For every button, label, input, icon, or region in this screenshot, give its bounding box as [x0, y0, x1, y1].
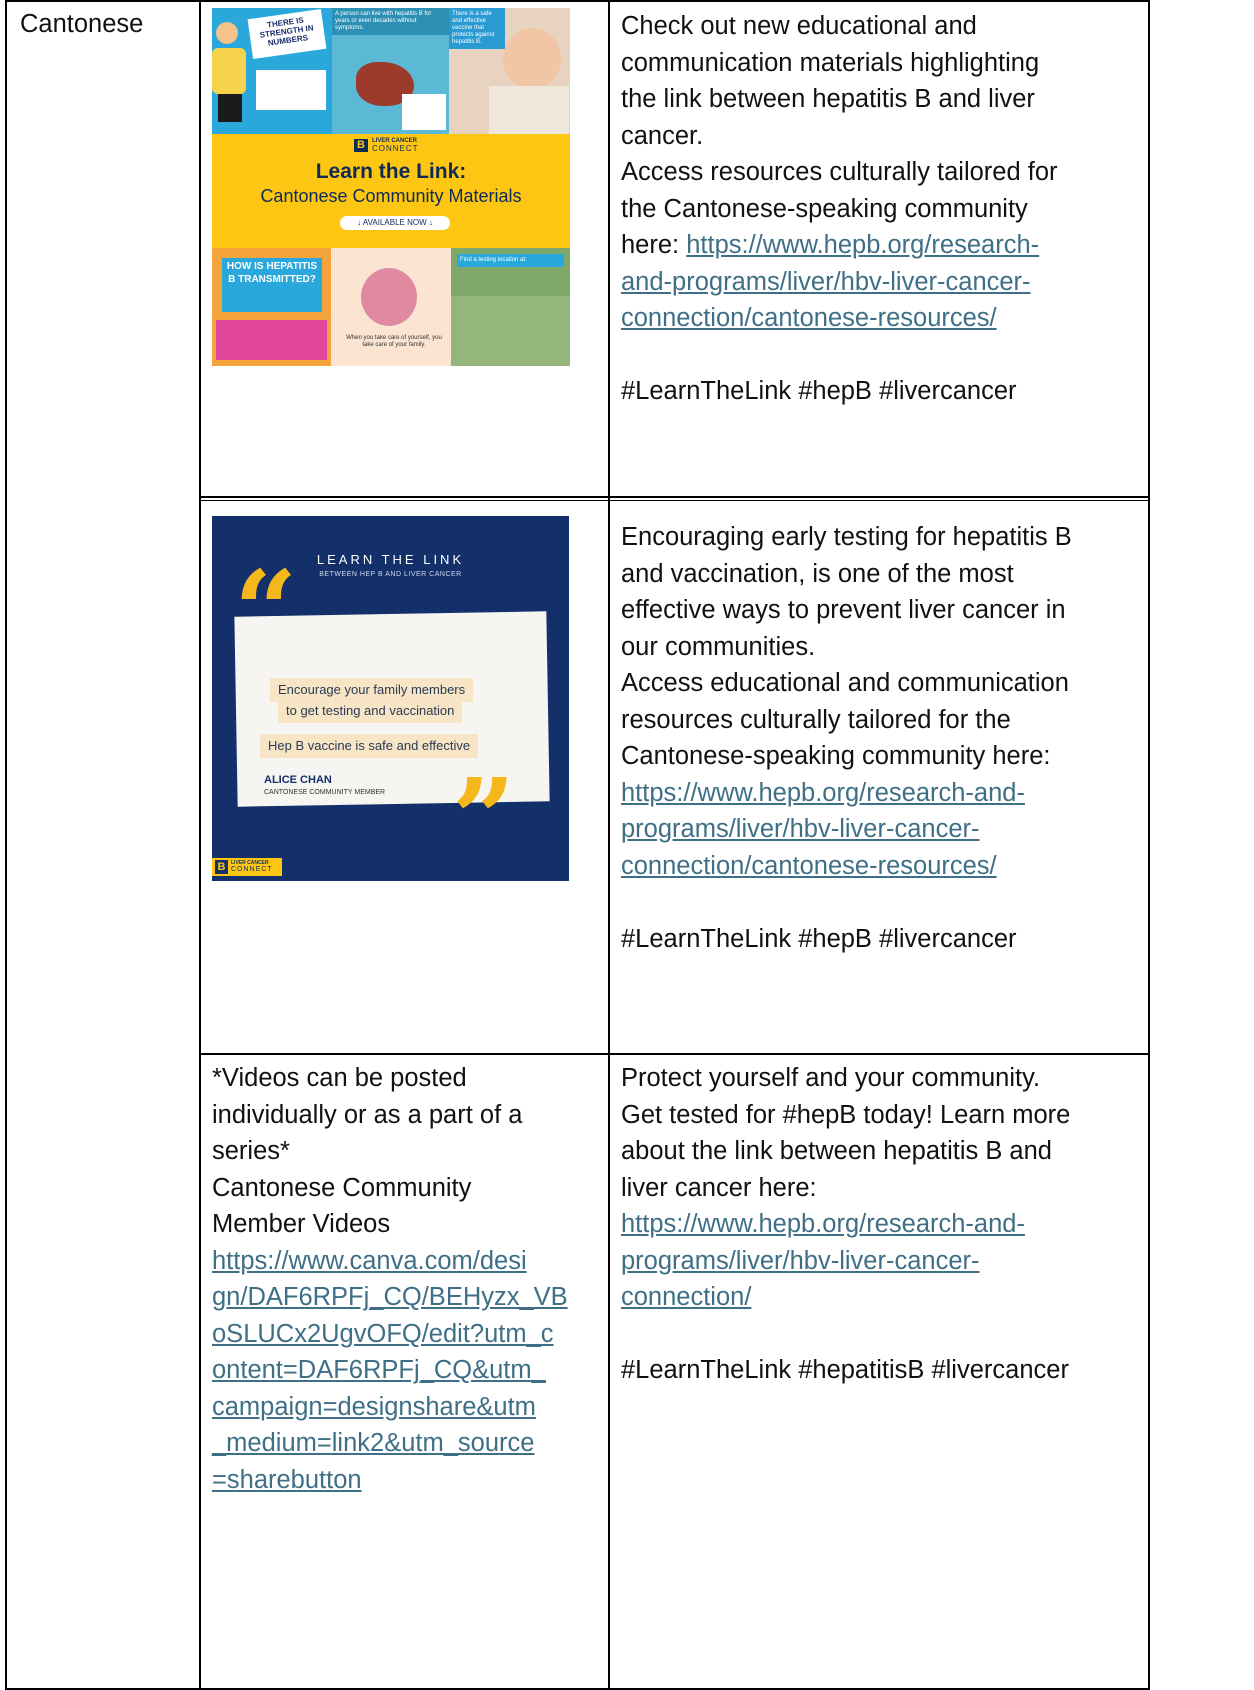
post-line: resources culturally tailored for the — [621, 705, 1011, 734]
baby-body — [489, 86, 569, 134]
resource-link[interactable]: https://www.hepb.org/research-and- — [621, 779, 1025, 807]
note-line: Member Videos — [212, 1210, 391, 1238]
children-photo — [451, 296, 570, 366]
post-line: Protect yourself and your community. — [621, 1064, 1041, 1092]
resource-link[interactable]: connection/ — [621, 1283, 751, 1311]
quote-card-image: LEARN THE LINK BETWEEN HEP B AND LIVER C… — [212, 516, 569, 881]
quote-line-3: Hep B vaccine is safe and effective — [260, 734, 479, 758]
post-line: effective ways to prevent liver cancer i… — [621, 596, 1066, 624]
post-line: about the link between hepatitis B and — [621, 1137, 1052, 1165]
post-line: and vaccination, is one of the most — [621, 559, 1014, 588]
hashtags: #LearnTheLink #hepB #livercancer — [621, 377, 1017, 405]
panel-note-2 — [402, 94, 446, 130]
note-line: series* — [212, 1137, 290, 1165]
video-link[interactable]: _medium=link2&utm_source — [212, 1429, 534, 1457]
poster-panel-testing: Find a testing location at: — [451, 248, 570, 366]
poster-panel-baby: There is a safe and effective vaccine th… — [449, 8, 570, 134]
poster-subtitle: Cantonese Community Materials — [260, 186, 522, 206]
close-quote-icon: ” — [452, 754, 516, 881]
video-link[interactable]: https://www.canva.com/desi — [212, 1247, 527, 1275]
poster-panel-transmitted: HOW IS HEPATITIS B TRANSMITTED? — [212, 248, 331, 366]
cantonese-materials-poster-image: THERE IS STRENGTH IN NUMBERS A person ca… — [212, 8, 570, 366]
resource-link[interactable]: and-programs/liver/hbv-liver-cancer- — [621, 268, 1031, 296]
poster-panel-strength: THERE IS STRENGTH IN NUMBERS — [212, 8, 332, 134]
resource-link[interactable]: programs/liver/hbv-liver-cancer- — [621, 1247, 980, 1275]
post-line: communication materials highlighting — [621, 48, 1040, 77]
resource-link[interactable]: https://www.hepb.org/research- — [686, 231, 1039, 259]
video-link[interactable]: ontent=DAF6RPFj_CQ&utm_ — [212, 1356, 546, 1384]
note-line: individually or as a part of a — [212, 1100, 523, 1129]
post-line: here: — [621, 231, 687, 259]
person-legs — [218, 94, 242, 122]
person-body — [212, 48, 246, 94]
resource-link[interactable]: connection/cantonese-resources/ — [621, 852, 997, 880]
post-line: the link between hepatitis B and liver — [621, 85, 1035, 113]
table-border-col2 — [608, 0, 610, 1690]
post-line: Get tested for #hepB today! Learn more — [621, 1100, 1071, 1129]
post-line: the Cantonese-speaking community — [621, 194, 1028, 223]
post-line: Check out new educational and — [621, 12, 977, 40]
panel-note-3 — [216, 320, 327, 360]
family-illustration — [361, 268, 417, 326]
video-link[interactable]: gn/DAF6RPFj_CQ/BEHyzx_VB — [212, 1283, 568, 1311]
hashtags: #LearnTheLink #hepatitisB #livercancer — [621, 1356, 1069, 1384]
poster-panel-liver: A person can live with hepatitis B for y… — [332, 8, 449, 134]
table-border-left — [5, 0, 7, 1690]
table-border-right — [1148, 0, 1150, 1690]
person-figure — [216, 22, 238, 44]
panel-note — [256, 70, 326, 110]
row-divider-1 — [199, 496, 1150, 498]
row-divider-2 — [199, 1053, 1150, 1055]
note-line: *Videos can be posted — [212, 1064, 467, 1092]
video-link[interactable]: campaign=designshare&utm — [212, 1393, 536, 1421]
baby-face — [503, 28, 561, 90]
quote-line-2: to get testing and vaccination — [278, 699, 463, 723]
poster-title: Learn the Link: — [315, 160, 467, 183]
quote-brand-logo: B LIVER CANCER CONNECT — [212, 858, 282, 876]
row2-post-text: Encouraging early testing for hepatitis … — [621, 519, 1072, 957]
poster-available-badge: ↓ AVAILABLE NOW ↓ — [340, 216, 450, 230]
post-line: cancer. — [621, 121, 704, 150]
row1-post-text: Check out new educational and communicat… — [621, 8, 1058, 410]
table-border-col1 — [199, 0, 201, 1690]
video-link[interactable]: =sharebutton — [212, 1466, 362, 1494]
row3-post-text: Protect yourself and your community. Get… — [621, 1060, 1070, 1389]
open-quote-icon: “ — [234, 546, 298, 675]
quote-author-role: CANTONESE COMMUNITY MEMBER — [264, 789, 386, 796]
resource-link[interactable]: connection/cantonese-resources/ — [621, 304, 997, 332]
hashtags: #LearnTheLink #hepB #livercancer — [621, 924, 1017, 953]
row-divider-1b — [199, 500, 1150, 501]
language-label: Cantonese — [20, 10, 144, 38]
poster-brand-logo: B LIVER CANCER CONNECT — [354, 138, 434, 154]
row3-video-notes: *Videos can be posted individually or as… — [212, 1060, 568, 1498]
quote-author-name: ALICE CHAN — [264, 774, 332, 786]
resource-link[interactable]: https://www.hepb.org/research-and- — [621, 1210, 1025, 1238]
video-link[interactable]: oSLUCx2UgvOFQ/edit?utm_c — [212, 1320, 554, 1348]
post-line: our communities. — [621, 632, 816, 661]
post-line: Access educational and communication — [621, 669, 1069, 697]
post-line: Encouraging early testing for hepatitis … — [621, 523, 1072, 551]
post-line: liver cancer here: — [621, 1173, 817, 1202]
post-line: Access resources culturally tailored for — [621, 158, 1058, 186]
post-line: Cantonese-speaking community here: — [621, 742, 1051, 770]
poster-panel-family: When you take care of yourself, you take… — [331, 248, 451, 366]
note-line: Cantonese Community — [212, 1173, 472, 1202]
table-border-top — [5, 0, 1150, 2]
resource-link[interactable]: programs/liver/hbv-liver-cancer- — [621, 815, 980, 843]
